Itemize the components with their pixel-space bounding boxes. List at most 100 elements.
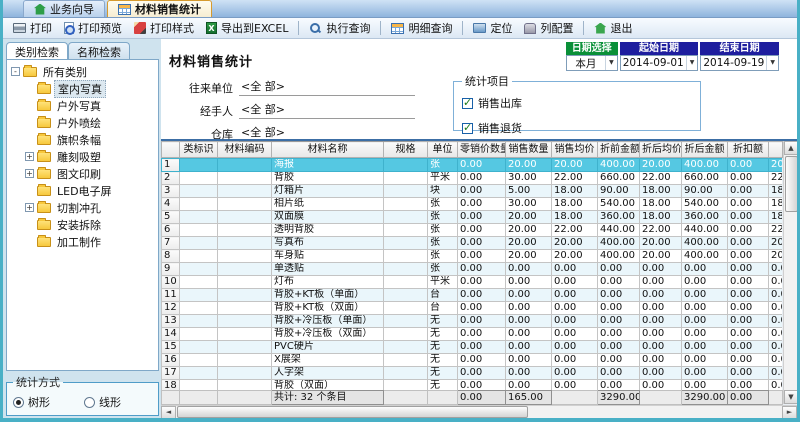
table-row[interactable]: 7写真布张0.0020.0020.00400.0020.00400.000.00… bbox=[162, 237, 783, 250]
table-cell[interactable]: 90.00 bbox=[682, 185, 728, 198]
table-cell[interactable]: 0.00 bbox=[640, 380, 682, 391]
toolbar-button[interactable]: 执行查询 bbox=[304, 19, 375, 37]
table-cell[interactable]: 90.00 bbox=[598, 185, 640, 198]
table-cell[interactable] bbox=[218, 380, 272, 391]
table-cell[interactable]: 20.00 bbox=[552, 237, 598, 250]
table-cell[interactable]: 20.00 bbox=[506, 224, 552, 237]
table-cell[interactable]: 0.00 bbox=[552, 367, 598, 380]
table-cell[interactable]: 0.00 bbox=[682, 328, 728, 341]
table-cell[interactable]: 0.00 bbox=[640, 315, 682, 328]
table-cell[interactable]: 20.00 bbox=[640, 237, 682, 250]
tree-item[interactable]: -所有类别 bbox=[9, 63, 156, 80]
table-row[interactable]: 16X展架无0.000.000.000.000.000.000.000.0 bbox=[162, 354, 783, 367]
table-cell[interactable]: 0.00 bbox=[682, 354, 728, 367]
table-cell[interactable]: 540.00 bbox=[682, 198, 728, 211]
table-cell[interactable] bbox=[218, 172, 272, 185]
table-cell[interactable] bbox=[384, 380, 428, 391]
table-cell[interactable]: 0.00 bbox=[682, 263, 728, 276]
table-cell[interactable]: 0.00 bbox=[552, 289, 598, 302]
table-cell[interactable] bbox=[384, 315, 428, 328]
table-cell[interactable]: 0.00 bbox=[458, 328, 506, 341]
table-cell[interactable]: 0.00 bbox=[728, 237, 769, 250]
table-cell[interactable]: 0.00 bbox=[552, 341, 598, 354]
table-cell[interactable]: 0.00 bbox=[728, 224, 769, 237]
column-header[interactable]: 折后金额 bbox=[682, 142, 728, 158]
table-cell[interactable]: 0.00 bbox=[640, 354, 682, 367]
table-row[interactable]: 8车身贴张0.0020.0020.00400.0020.00400.000.00… bbox=[162, 250, 783, 263]
table-cell[interactable]: 0.00 bbox=[598, 302, 640, 315]
table-cell[interactable]: 无 bbox=[428, 328, 458, 341]
horizontal-scroll-track[interactable] bbox=[176, 406, 782, 418]
table-cell[interactable]: 0.00 bbox=[640, 289, 682, 302]
table-row[interactable]: 9单透贴张0.000.000.000.000.000.000.000.0 bbox=[162, 263, 783, 276]
table-cell[interactable]: 0.00 bbox=[682, 302, 728, 315]
filter-value[interactable]: <全 部> bbox=[239, 101, 415, 119]
table-cell[interactable]: 灯箱片 bbox=[272, 185, 384, 198]
table-cell[interactable]: 0.00 bbox=[598, 354, 640, 367]
column-header[interactable]: 折前金额 bbox=[598, 142, 640, 158]
table-cell[interactable]: 0.00 bbox=[728, 159, 769, 172]
table-cell[interactable]: 0.00 bbox=[728, 250, 769, 263]
table-cell[interactable] bbox=[384, 185, 428, 198]
table-cell[interactable]: 0.00 bbox=[458, 250, 506, 263]
table-row[interactable]: 14背胶+冷压板（双面）无0.000.000.000.000.000.000.0… bbox=[162, 328, 783, 341]
table-cell[interactable]: X展架 bbox=[272, 354, 384, 367]
table-row[interactable]: 18背胶（双面）无0.000.000.000.000.000.000.000.0 bbox=[162, 380, 783, 391]
table-cell[interactable]: 0.00 bbox=[506, 328, 552, 341]
table-cell[interactable] bbox=[218, 237, 272, 250]
table-cell[interactable]: 0.00 bbox=[682, 289, 728, 302]
table-cell[interactable]: 0.00 bbox=[552, 315, 598, 328]
table-row[interactable]: 2背胶平米0.0030.0022.00660.0022.00660.000.00… bbox=[162, 172, 783, 185]
table-cell[interactable] bbox=[218, 289, 272, 302]
table-cell[interactable] bbox=[180, 289, 218, 302]
table-cell[interactable] bbox=[384, 211, 428, 224]
table-cell[interactable]: 块 bbox=[428, 185, 458, 198]
table-cell[interactable]: 0.00 bbox=[728, 354, 769, 367]
table-cell[interactable]: 0.00 bbox=[728, 211, 769, 224]
table-cell[interactable]: 0.00 bbox=[458, 185, 506, 198]
table-cell[interactable]: 0.00 bbox=[728, 263, 769, 276]
table-row[interactable]: 15PVC硬片无0.000.000.000.000.000.000.000.0 bbox=[162, 341, 783, 354]
table-cell[interactable]: 0.00 bbox=[552, 380, 598, 391]
table-cell[interactable]: 0.00 bbox=[682, 341, 728, 354]
table-cell[interactable]: 0.00 bbox=[728, 172, 769, 185]
table-cell[interactable]: 背胶+冷压板（单面） bbox=[272, 315, 384, 328]
toolbar-button[interactable]: 打印样式 bbox=[129, 19, 199, 37]
table-cell[interactable]: 背胶（双面） bbox=[272, 380, 384, 391]
table-row[interactable]: 5双面膜张0.0020.0018.00360.0018.00360.000.00… bbox=[162, 211, 783, 224]
table-cell[interactable]: 0.00 bbox=[598, 341, 640, 354]
table-cell[interactable] bbox=[218, 159, 272, 172]
table-row[interactable]: 13背胶+冷压板（单面）无0.000.000.000.000.000.000.0… bbox=[162, 315, 783, 328]
table-cell[interactable]: 0.00 bbox=[506, 341, 552, 354]
table-cell[interactable]: 灯布 bbox=[272, 276, 384, 289]
table-cell[interactable] bbox=[384, 354, 428, 367]
tree-item[interactable]: +图文印刷 bbox=[9, 165, 156, 182]
table-cell[interactable]: 0.00 bbox=[458, 315, 506, 328]
table-cell[interactable]: 0.00 bbox=[506, 354, 552, 367]
table-cell[interactable]: 台 bbox=[428, 289, 458, 302]
table-cell[interactable]: 0.00 bbox=[728, 341, 769, 354]
table-cell[interactable]: 22.00 bbox=[640, 172, 682, 185]
table-cell[interactable]: 0.00 bbox=[598, 367, 640, 380]
table-cell[interactable]: 0.00 bbox=[458, 367, 506, 380]
table-cell[interactable]: 0.00 bbox=[728, 367, 769, 380]
table-cell[interactable]: 透明背胶 bbox=[272, 224, 384, 237]
table-cell[interactable]: PVC硬片 bbox=[272, 341, 384, 354]
table-cell[interactable] bbox=[384, 263, 428, 276]
tree-expander-icon[interactable]: - bbox=[11, 67, 20, 76]
stat-item-checkbox[interactable]: 销售退货 bbox=[462, 120, 692, 136]
toolbar-button[interactable]: 列配置 bbox=[519, 19, 578, 37]
toolbar-button[interactable]: 明细查询 bbox=[386, 19, 457, 37]
filter-value[interactable]: <全 部> bbox=[239, 124, 415, 142]
table-cell[interactable]: 0.00 bbox=[458, 354, 506, 367]
tree-item[interactable]: 旗帜条幅 bbox=[9, 131, 156, 148]
table-cell[interactable]: 20.00 bbox=[506, 250, 552, 263]
toolbar-button[interactable]: 退出 bbox=[589, 19, 637, 37]
table-cell[interactable] bbox=[180, 354, 218, 367]
table-cell[interactable] bbox=[384, 159, 428, 172]
table-cell[interactable]: 0.00 bbox=[458, 211, 506, 224]
table-cell[interactable] bbox=[384, 224, 428, 237]
window-tab[interactable]: 业务向导 bbox=[23, 0, 105, 17]
table-cell[interactable]: 18.00 bbox=[640, 211, 682, 224]
table-cell[interactable]: 18.00 bbox=[640, 198, 682, 211]
